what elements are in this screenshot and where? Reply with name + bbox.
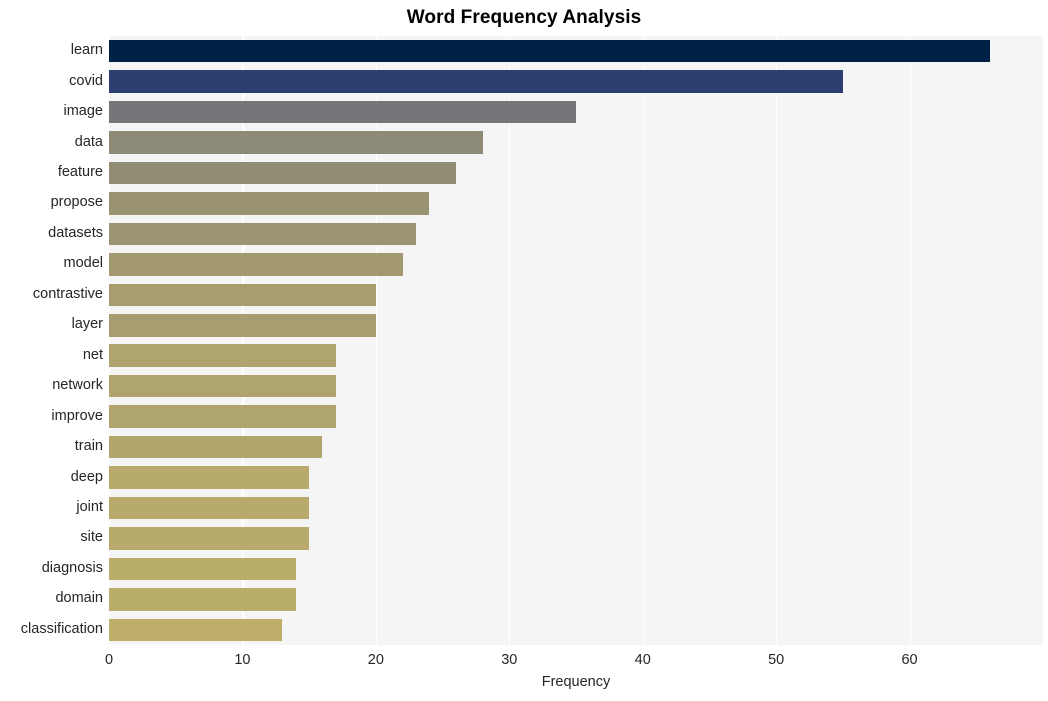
- bar-row: [109, 222, 1043, 246]
- bar-data: [109, 131, 483, 154]
- x-tick-10: 10: [234, 652, 251, 668]
- x-tick-20: 20: [367, 652, 384, 668]
- x-tick-0: 0: [104, 652, 114, 668]
- y-axis-label-improve: improve: [51, 407, 103, 424]
- bar-deep: [109, 466, 310, 489]
- bar-feature: [109, 161, 456, 185]
- bar-row: [109, 496, 1043, 520]
- bars-layer: [109, 36, 1043, 645]
- bar-row: [109, 527, 1043, 550]
- bar-propose: [109, 192, 430, 215]
- bar-row: [109, 161, 1043, 185]
- bar-row: [109, 253, 1043, 276]
- x-tick-50: 50: [768, 652, 785, 668]
- bar-row: [109, 435, 1043, 459]
- y-axis-label-layer: layer: [71, 316, 103, 333]
- y-axis-label-learn: learn: [70, 42, 103, 59]
- y-axis-label-classification: classification: [20, 620, 103, 637]
- x-tick-30: 30: [501, 652, 518, 668]
- bar-row: [109, 100, 1043, 124]
- bar-net: [109, 344, 336, 367]
- plot-area: [109, 36, 1043, 645]
- y-axis-label-train: train: [74, 438, 103, 455]
- y-axis-label-covid: covid: [69, 72, 103, 89]
- bar-row: [109, 131, 1043, 154]
- bar-classification: [109, 618, 283, 642]
- bar-row: [109, 192, 1043, 215]
- x-tick-60: 60: [901, 652, 918, 668]
- y-axis-label-diagnosis: diagnosis: [41, 559, 103, 576]
- bar-layer: [109, 314, 376, 337]
- bar-site: [109, 527, 310, 550]
- bar-image: [109, 100, 576, 124]
- y-axis-category-labels: learn covid image data feature propose dataset…: [0, 36, 103, 645]
- x-tick-40: 40: [634, 652, 651, 668]
- bar-domain: [109, 588, 296, 611]
- x-axis-tick-labels: 0 10 20 30 40 50 60: [0, 645, 1048, 675]
- bar-row: [109, 618, 1043, 642]
- word-frequency-bar-chart: Word Frequency Analysis learn covid image d…: [0, 0, 1048, 701]
- x-axis-title: Frequency: [541, 674, 611, 690]
- bar-row: [109, 344, 1043, 367]
- bar-row: [109, 374, 1043, 398]
- bar-row: [109, 70, 1043, 93]
- bar-improve: [109, 405, 336, 428]
- y-axis-label-datasets: datasets: [48, 224, 103, 241]
- y-axis-label-deep: deep: [70, 468, 103, 485]
- y-axis-label-propose: propose: [50, 194, 103, 211]
- bar-joint: [109, 496, 310, 520]
- bar-row: [109, 588, 1043, 611]
- bar-contrastive: [109, 283, 376, 307]
- bar-row: [109, 466, 1043, 489]
- bar-row: [109, 283, 1043, 307]
- bar-covid: [109, 70, 843, 93]
- y-axis-label-image: image: [63, 103, 104, 120]
- bar-datasets: [109, 222, 416, 246]
- y-axis-label-model: model: [63, 255, 104, 272]
- y-axis-label-contrastive: contrastive: [32, 285, 103, 302]
- bar-row: [109, 314, 1043, 337]
- bar-diagnosis: [109, 557, 296, 581]
- bar-train: [109, 435, 323, 459]
- y-axis-label-net: net: [82, 346, 103, 363]
- bar-row: [109, 405, 1043, 428]
- y-axis-label-network: network: [52, 377, 103, 394]
- y-axis-label-feature: feature: [57, 164, 103, 181]
- bar-row: [109, 39, 1043, 63]
- bar-learn: [109, 39, 990, 63]
- bar-model: [109, 253, 403, 276]
- chart-title: Word Frequency Analysis: [406, 7, 642, 28]
- bar-network: [109, 374, 336, 398]
- bar-row: [109, 557, 1043, 581]
- y-axis-label-joint: joint: [76, 498, 103, 515]
- y-axis-label-domain: domain: [55, 590, 103, 607]
- y-axis-label-site: site: [80, 529, 103, 546]
- y-axis-label-data: data: [74, 133, 103, 150]
